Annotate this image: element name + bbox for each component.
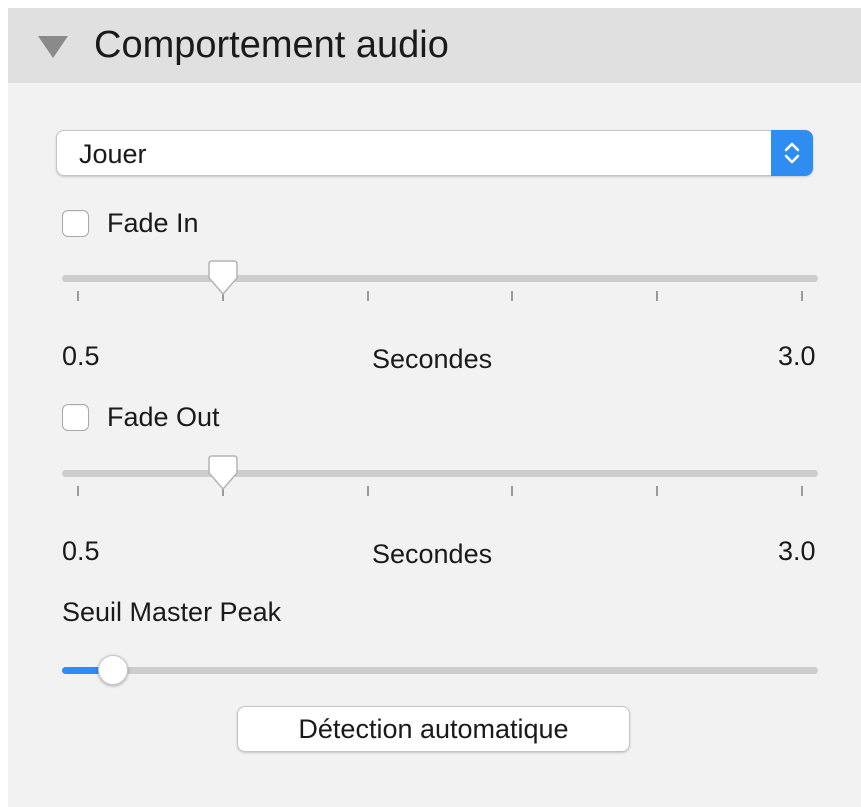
fade-in-slider-tick (801, 291, 803, 301)
fade-out-unit-label: Secondes (372, 539, 493, 569)
fade-in-slider[interactable] (62, 258, 818, 308)
fade-out-label[interactable]: Fade Out (107, 401, 220, 433)
master-peak-slider[interactable] (62, 650, 818, 690)
disclosure-triangle-down-icon[interactable] (38, 36, 68, 58)
fade-out-checkbox[interactable] (62, 404, 89, 431)
master-peak-label: Seuil Master Peak (62, 597, 282, 627)
fade-out-max-label: 3.0 (778, 536, 816, 566)
fade-out-slider-tick (77, 486, 79, 496)
fade-out-min-label: 0.5 (62, 536, 100, 566)
panel-title: Comportement audio (94, 24, 449, 66)
fade-out-slider-thumb[interactable] (206, 453, 240, 495)
fade-in-slider-tick (77, 291, 79, 301)
up-down-chevrons-icon[interactable] (771, 130, 813, 176)
fade-out-slider-tick (511, 486, 514, 496)
fade-in-unit-label: Secondes (372, 344, 493, 374)
fade-in-slider-tick (656, 291, 659, 301)
fade-out-slider[interactable] (62, 453, 818, 503)
fade-in-max-label: 3.0 (778, 341, 816, 371)
fade-out-slider-tick (656, 486, 659, 496)
fade-in-slider-tick (511, 291, 514, 301)
auto-detect-button[interactable]: Détection automatique (237, 706, 630, 752)
fade-in-checkbox[interactable] (62, 210, 89, 237)
fade-in-slider-tick (366, 291, 369, 301)
fade-in-min-label: 0.5 (62, 341, 100, 371)
master-peak-slider-thumb[interactable] (98, 655, 129, 685)
action-popup-value: Jouer (79, 139, 147, 169)
action-popup-button[interactable]: Jouer (56, 130, 813, 176)
fade-in-label[interactable]: Fade In (107, 207, 199, 239)
fade-in-slider-thumb[interactable] (206, 258, 240, 300)
fade-in-slider-track[interactable] (62, 275, 818, 282)
panel-header[interactable]: Comportement audio (8, 8, 861, 83)
fade-out-slider-track[interactable] (62, 470, 818, 477)
fade-out-slider-tick (366, 486, 369, 496)
master-peak-slider-track[interactable] (62, 667, 818, 674)
fade-out-slider-tick (801, 486, 803, 496)
